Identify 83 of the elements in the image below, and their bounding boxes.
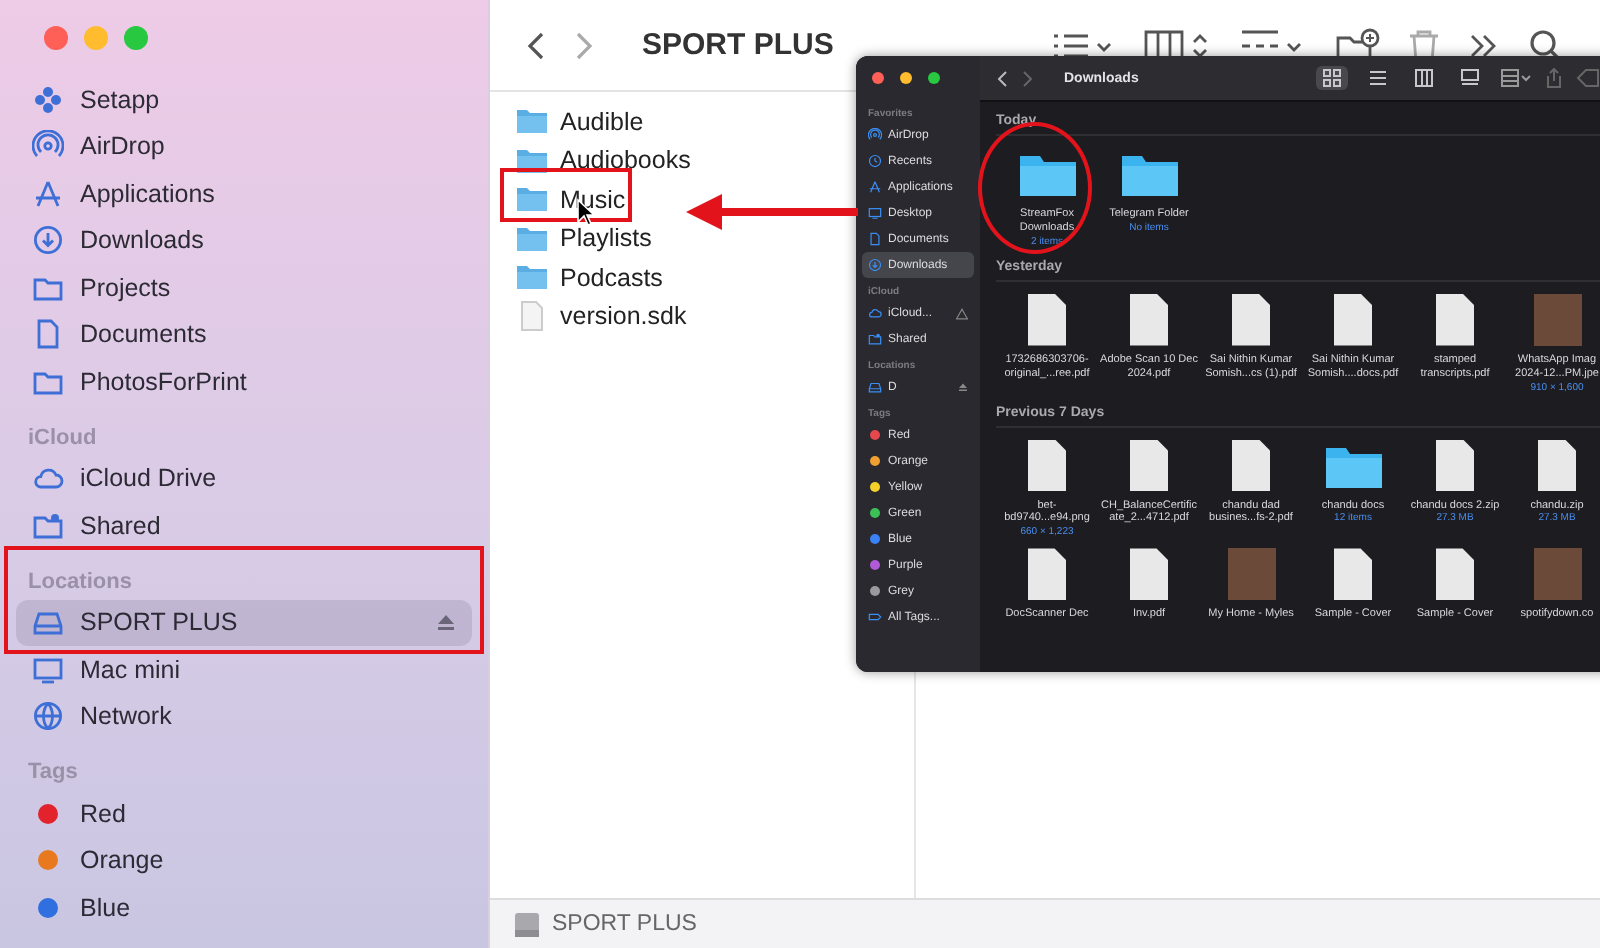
sidebar-item[interactable]: iCloud Drive: [16, 455, 472, 502]
list-options-icon[interactable]: [1052, 29, 1116, 61]
tag-icon[interactable]: [1576, 68, 1600, 88]
more-icon[interactable]: [1468, 31, 1500, 59]
view-button[interactable]: [1316, 66, 1348, 90]
document-thumbnail: [1028, 293, 1066, 346]
document-thumbnail: [1436, 439, 1474, 491]
document-thumbnail: [1334, 548, 1372, 601]
back-icon[interactable]: [526, 29, 546, 61]
airdrop-icon: [868, 128, 882, 142]
download-icon: [32, 224, 64, 257]
sidebar-item[interactable]: Blue: [16, 884, 472, 931]
display-icon: [868, 206, 882, 220]
window-title: SPORT PLUS: [642, 28, 834, 62]
path-label: SPORT PLUS: [552, 912, 697, 936]
sidebar-item[interactable]: Red: [16, 790, 472, 837]
share-icon[interactable]: [1546, 68, 1562, 88]
drive-icon: [514, 911, 540, 937]
document-thumbnail: [1130, 293, 1168, 346]
eject-icon[interactable]: [958, 382, 968, 392]
sidebar-item[interactable]: Projects: [16, 264, 472, 311]
back-icon[interactable]: [996, 69, 1008, 87]
photo-placeholder: [1533, 548, 1581, 601]
document-thumbnail: [1028, 548, 1066, 601]
folder-icon: [516, 225, 548, 252]
sidebar-item[interactable]: AirDrop: [16, 123, 472, 170]
document-thumbnail: [1232, 293, 1270, 346]
sidebar-item[interactable]: Mac mini: [16, 646, 472, 693]
document-thumbnail: [1232, 439, 1270, 491]
forward-icon[interactable]: [1022, 69, 1034, 87]
document-thumbnail: [1334, 293, 1372, 346]
document-thumbnail: [1028, 439, 1066, 491]
cloud-icon: [868, 306, 882, 320]
gallery-view-icon: [1460, 68, 1480, 88]
sidebar-item[interactable]: Downloads: [16, 217, 472, 264]
sidebar-item[interactable]: Shared: [16, 502, 472, 549]
sidebar-item[interactable]: Setapp: [16, 76, 472, 123]
folder-icon: [516, 108, 548, 135]
sidebar-item[interactable]: Network: [16, 693, 472, 740]
sidebar-section-header: Locations: [26, 567, 134, 597]
sidebar-section-header: iCloud: [26, 423, 99, 453]
sidebar-item[interactable]: Documents: [16, 311, 472, 358]
shared-folder-icon: [32, 509, 64, 542]
file-item[interactable]: version.sdk: [490, 297, 695, 336]
document-thumbnail: [1538, 439, 1576, 491]
folder-icon: [516, 186, 548, 213]
document-icon: [868, 232, 882, 246]
photo-placeholder: [1227, 548, 1275, 601]
grid-view-icon: [1322, 68, 1342, 88]
drive-icon: [868, 380, 882, 394]
sidebar-item[interactable]: PhotosForPrint: [16, 358, 472, 405]
sidebar-item[interactable]: Applications: [16, 170, 472, 217]
shared-folder-icon: [868, 332, 882, 346]
sidebar-item[interactable]: Orange: [16, 837, 472, 884]
diamond-dots-icon: [32, 83, 64, 116]
sidebar-item[interactable]: SPORT PLUS: [16, 599, 472, 646]
sidebar-section-header: Tags: [26, 758, 80, 788]
list-view-icon: [1368, 68, 1388, 88]
document-thumbnail: [1436, 548, 1474, 601]
document-thumbnail: [1130, 439, 1168, 491]
document-icon: [516, 300, 548, 333]
file-item[interactable]: Audible: [490, 102, 652, 141]
photo-placeholder: [1533, 293, 1581, 346]
document-icon: [32, 318, 64, 351]
folder-icon: [1119, 150, 1179, 198]
window-controls-icon[interactable]: [872, 72, 940, 84]
file-item[interactable]: Podcasts: [490, 258, 671, 297]
document-thumbnail: [1436, 293, 1474, 346]
document-thumbnail: [1130, 548, 1168, 601]
applications-icon: [32, 177, 64, 210]
globe-icon: [32, 700, 64, 733]
applications-icon: [868, 180, 882, 194]
download-icon: [868, 258, 882, 272]
columns-view-icon: [1414, 68, 1434, 88]
highlight-box: [500, 168, 632, 222]
clock-icon: [868, 154, 882, 168]
file-item[interactable]: Playlists: [490, 219, 660, 258]
folder-icon: [1017, 150, 1077, 198]
file-item[interactable]: Audiobooks: [490, 141, 699, 180]
folder-icon: [516, 264, 548, 291]
tag-icon: [868, 610, 882, 624]
eject-icon[interactable]: [436, 612, 456, 633]
display-icon: [32, 653, 64, 686]
